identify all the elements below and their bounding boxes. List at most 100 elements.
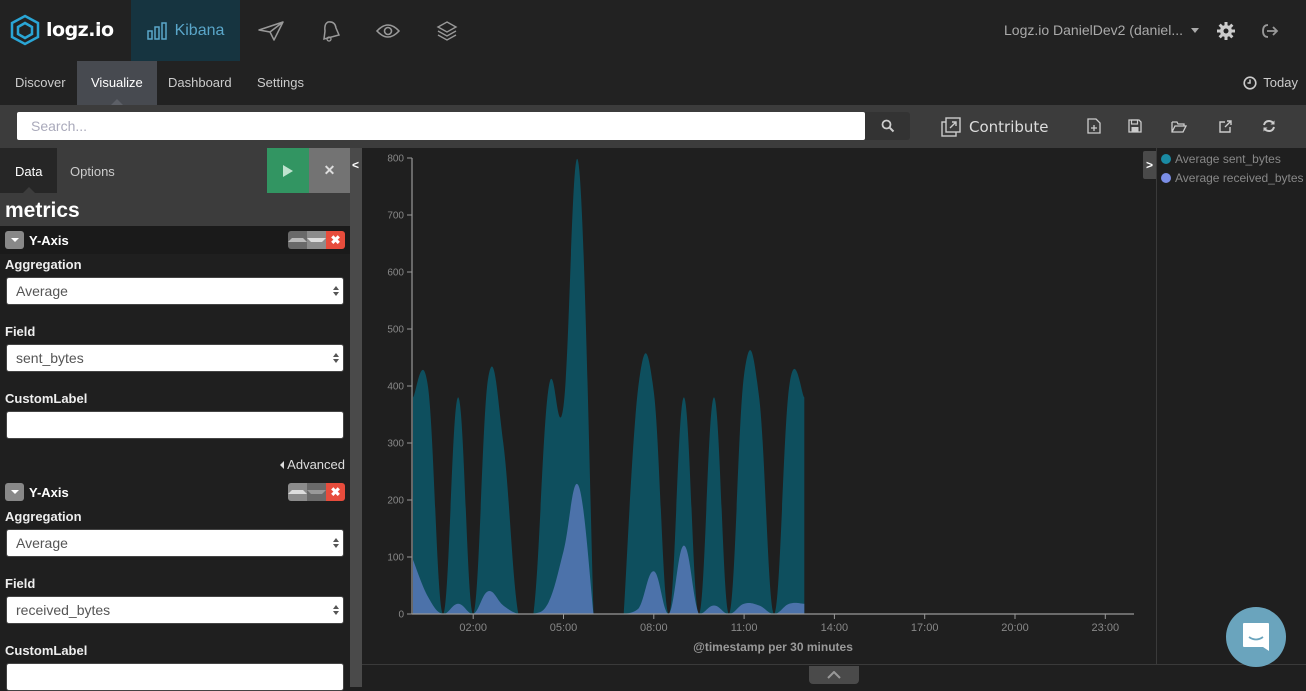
discard-changes-button[interactable]: ✕: [309, 148, 350, 193]
sidebar-collapse-handle[interactable]: <: [350, 148, 362, 687]
field-select[interactable]: received_bytes: [6, 596, 344, 624]
move-up-button[interactable]: [288, 231, 307, 249]
close-icon: ✖: [330, 233, 341, 247]
aggregation-select[interactable]: Average: [6, 277, 344, 305]
aggregation-controls: ✖: [288, 483, 345, 501]
save-visualization-button[interactable]: [1126, 117, 1144, 135]
move-down-button[interactable]: [307, 483, 326, 501]
y-axis-aggregation-header: Y-Axis ✖: [0, 478, 350, 506]
settings-button[interactable]: [1212, 18, 1240, 44]
x-tick-label: 05:00: [550, 622, 578, 634]
share-visualization-button[interactable]: [1216, 117, 1234, 135]
time-picker[interactable]: Today: [1243, 75, 1298, 90]
search-input[interactable]: [17, 112, 865, 140]
spy-panel-strip: [362, 664, 1306, 687]
x-axis-title: @timestamp per 30 minutes: [693, 640, 853, 654]
alerts-nav-button[interactable]: [257, 18, 285, 44]
field-select-value: received_bytes: [16, 602, 111, 618]
kibana-label: Kibana: [174, 21, 225, 39]
select-arrows-icon: [333, 605, 339, 615]
x-tick-label: 23:00: [1092, 622, 1120, 634]
collapse-aggregation-button[interactable]: [5, 231, 24, 249]
move-up-button[interactable]: [288, 483, 307, 501]
aggregation-title: Y-Axis: [29, 232, 69, 248]
field-select-value: sent_bytes: [16, 350, 84, 366]
caret-down-icon: [307, 490, 326, 494]
custom-label-label: CustomLabel: [5, 391, 88, 406]
legend-item-received-bytes[interactable]: Average received_bytes: [1161, 171, 1304, 185]
apply-changes-button[interactable]: [267, 148, 309, 193]
x-tick-label: 02:00: [459, 622, 487, 634]
move-down-button[interactable]: [307, 231, 326, 249]
legend-label: Average sent_bytes: [1175, 152, 1281, 166]
x-tick-label: 14:00: [821, 622, 849, 634]
aggregation-select[interactable]: Average: [6, 529, 344, 557]
nav-visualize[interactable]: Visualize: [77, 61, 157, 105]
new-document-icon: [1087, 118, 1101, 134]
chevron-down-icon: [1191, 27, 1199, 33]
kibana-tab[interactable]: Kibana: [131, 0, 240, 61]
logout-button[interactable]: [1256, 18, 1284, 44]
sign-out-icon: [1262, 24, 1279, 38]
kibana-nav: Discover Visualize Dashboard Settings To…: [0, 61, 1306, 105]
apps-nav-button[interactable]: [433, 18, 461, 44]
y-axis-aggregation-header: Y-Axis ✖: [0, 226, 350, 254]
chat-support-button[interactable]: [1226, 607, 1286, 667]
chevron-left-icon: <: [352, 158, 360, 172]
gear-icon: [1217, 22, 1235, 40]
remove-aggregation-button[interactable]: ✖: [326, 483, 345, 501]
close-icon: ✖: [330, 485, 341, 499]
aggregation-label: Aggregation: [5, 257, 82, 272]
play-icon: [283, 164, 293, 177]
x-tick-label: 08:00: [640, 622, 668, 634]
caret-down-icon: [10, 490, 19, 494]
remove-aggregation-button[interactable]: ✖: [326, 231, 345, 249]
tab-data[interactable]: Data: [0, 148, 58, 193]
custom-label-input[interactable]: [6, 411, 344, 439]
nav-dashboard[interactable]: Dashboard: [154, 61, 246, 105]
caret-up-icon: [288, 490, 307, 494]
aggregation-select-value: Average: [16, 535, 68, 551]
clock-icon: [1243, 75, 1257, 90]
advanced-toggle[interactable]: Advanced: [280, 457, 345, 472]
legend-toggle-button[interactable]: >: [1143, 151, 1156, 179]
y-tick-label: 300: [387, 439, 404, 450]
notifications-nav-button[interactable]: [317, 18, 345, 44]
account-dropdown[interactable]: Logz.io DanielDev2 (daniel...: [1004, 22, 1199, 38]
logo[interactable]: logz.io: [10, 14, 114, 46]
logz-logo-icon: [10, 14, 40, 46]
refresh-button[interactable]: [1260, 117, 1278, 135]
y-tick-label: 100: [387, 553, 404, 564]
insights-nav-button[interactable]: [374, 18, 402, 44]
y-tick-label: 0: [398, 610, 404, 621]
vis-editor-sidebar: Data Options ✕ metrics Y-Axis ✖ Aggregat…: [0, 148, 350, 691]
new-visualization-button[interactable]: [1085, 117, 1103, 135]
open-visualization-button[interactable]: [1170, 117, 1188, 135]
query-bar: Contribute: [0, 105, 1306, 148]
x-tick-label: 11:00: [731, 622, 758, 634]
nav-discover[interactable]: Discover: [1, 61, 80, 105]
contribute-button[interactable]: Contribute: [941, 117, 1049, 137]
tab-options[interactable]: Options: [55, 148, 130, 193]
aggregation-title: Y-Axis: [29, 484, 69, 500]
top-bar: logz.io Kibana Logz.io DanielDev2 (danie…: [0, 0, 1306, 61]
spy-toggle-button[interactable]: [809, 666, 859, 684]
search-button[interactable]: [865, 112, 910, 140]
y-tick-label: 200: [387, 496, 404, 507]
y-tick-label: 500: [387, 325, 404, 336]
y-tick-label: 400: [387, 382, 404, 393]
caret-down-icon: [307, 238, 326, 242]
field-label: Field: [5, 576, 36, 591]
field-select[interactable]: sent_bytes: [6, 344, 344, 372]
open-folder-icon: [1171, 120, 1187, 133]
legend-item-sent-bytes[interactable]: Average sent_bytes: [1161, 152, 1281, 166]
legend-dot: [1161, 173, 1171, 183]
search-icon: [881, 119, 894, 133]
paper-plane-icon: [258, 21, 284, 41]
select-arrows-icon: [333, 353, 339, 363]
chevron-right-icon: >: [1145, 158, 1153, 172]
contribute-label: Contribute: [969, 118, 1049, 136]
nav-settings[interactable]: Settings: [243, 61, 318, 105]
collapse-aggregation-button[interactable]: [5, 483, 24, 501]
aggregation-controls: ✖: [288, 231, 345, 249]
